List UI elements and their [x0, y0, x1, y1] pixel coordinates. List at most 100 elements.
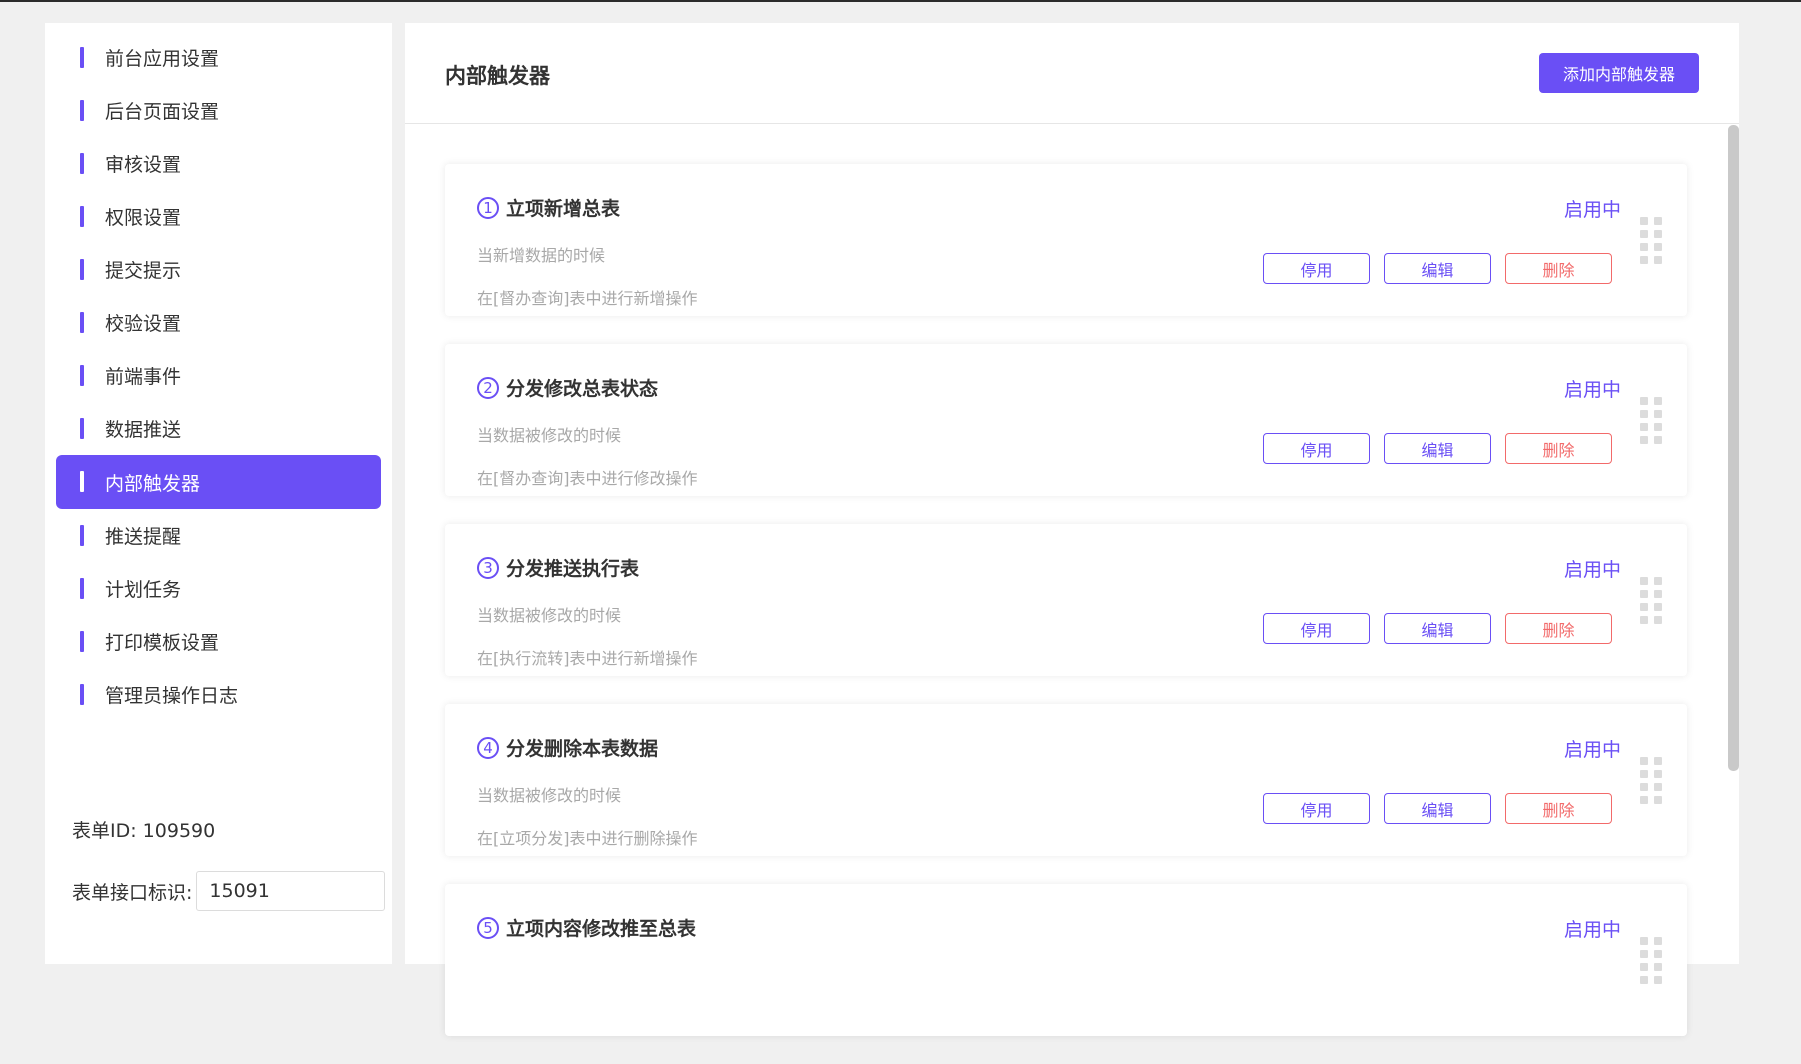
sidebar-item-label: 前台应用设置 [105, 48, 220, 70]
delete-button[interactable]: 删除 [1505, 793, 1612, 824]
trigger-number-badge: 5 [477, 916, 499, 939]
api-identifier-input[interactable] [196, 871, 386, 911]
delete-button[interactable]: 删除 [1505, 613, 1612, 644]
nav-marker [80, 100, 84, 121]
edit-button[interactable]: 编辑 [1384, 793, 1491, 824]
trigger-card: 1 立项新增总表 启用中 当新增数据的时候 在[督办查询]表中进行新增操作 停用… [445, 164, 1687, 316]
trigger-number-badge: 2 [477, 376, 499, 399]
drag-handle-icon[interactable] [1640, 937, 1662, 985]
trigger-action: 在[执行流转]表中进行新增操作 [477, 649, 698, 668]
trigger-name: 分发删除本表数据 [506, 738, 659, 760]
trigger-condition: 当新增数据的时候 [477, 246, 606, 265]
sidebar-item-push-reminder[interactable]: 推送提醒 [56, 509, 381, 562]
sidebar-item-submit-prompt[interactable]: 提交提示 [56, 243, 381, 296]
trigger-name: 分发推送执行表 [506, 558, 640, 580]
nav-marker [80, 47, 84, 68]
sidebar-item-backend-page-settings[interactable]: 后台页面设置 [56, 84, 381, 137]
nav-marker [80, 312, 84, 333]
trigger-status: 启用中 [1563, 919, 1621, 941]
trigger-card: 4 分发删除本表数据 启用中 当数据被修改的时候 在[立项分发]表中进行删除操作… [445, 704, 1687, 856]
delete-button[interactable]: 删除 [1505, 433, 1612, 464]
page-title: 内部触发器 [445, 64, 550, 88]
trigger-title: 4 分发删除本表数据 [477, 734, 658, 761]
sidebar-item-admin-operation-log[interactable]: 管理员操作日志 [56, 668, 381, 721]
sidebar-nav: 前台应用设置 后台页面设置 审核设置 权限设置 提交提示 校验设置 前端事件 数… [45, 23, 392, 721]
sidebar-item-internal-triggers[interactable]: 内部触发器 [56, 455, 381, 509]
nav-marker [80, 259, 84, 280]
api-identifier-row: 表单接口标识: [72, 871, 386, 911]
sidebar-item-label: 管理员操作日志 [105, 685, 239, 707]
sidebar-item-label: 数据推送 [105, 419, 182, 441]
trigger-title: 5 立项内容修改推至总表 [477, 914, 696, 941]
main-header: 内部触发器 添加内部触发器 [405, 23, 1739, 124]
trigger-number-badge: 3 [477, 556, 499, 579]
trigger-actions: 停用 编辑 删除 [1263, 253, 1612, 284]
sidebar-item-label: 审核设置 [105, 154, 182, 176]
trigger-action: 在[督办查询]表中进行新增操作 [477, 289, 698, 308]
nav-marker [80, 631, 84, 652]
trigger-actions: 停用 编辑 删除 [1263, 613, 1612, 644]
trigger-status: 启用中 [1563, 739, 1621, 761]
sidebar-item-label: 权限设置 [105, 207, 182, 229]
form-id: 表单ID: 109590 [72, 820, 216, 842]
main-panel: 内部触发器 添加内部触发器 1 立项新增总表 启用中 当新增数据的时候 在[督办… [405, 23, 1739, 1036]
nav-marker [80, 206, 84, 227]
disable-button[interactable]: 停用 [1263, 433, 1370, 464]
trigger-name: 立项新增总表 [506, 198, 621, 220]
trigger-number-badge: 4 [477, 736, 499, 759]
sidebar-item-label: 后台页面设置 [105, 101, 220, 123]
drag-handle-icon[interactable] [1640, 217, 1662, 265]
trigger-name: 立项内容修改推至总表 [506, 918, 697, 940]
trigger-status: 启用中 [1563, 559, 1621, 581]
trigger-card: 2 分发修改总表状态 启用中 当数据被修改的时候 在[督办查询]表中进行修改操作… [445, 344, 1687, 496]
nav-marker [80, 684, 84, 705]
nav-marker [80, 418, 84, 439]
trigger-list: 1 立项新增总表 启用中 当新增数据的时候 在[督办查询]表中进行新增操作 停用… [445, 164, 1687, 1064]
edit-button[interactable]: 编辑 [1384, 613, 1491, 644]
delete-button[interactable]: 删除 [1505, 253, 1612, 284]
trigger-status: 启用中 [1563, 199, 1621, 221]
scrollbar-thumb[interactable] [1728, 125, 1739, 771]
edit-button[interactable]: 编辑 [1384, 253, 1491, 284]
disable-button[interactable]: 停用 [1263, 253, 1370, 284]
trigger-title: 3 分发推送执行表 [477, 554, 639, 581]
api-identifier-label: 表单接口标识: [72, 881, 193, 904]
trigger-action: 在[立项分发]表中进行删除操作 [477, 829, 698, 848]
trigger-title: 1 立项新增总表 [477, 194, 620, 221]
sidebar-item-label: 提交提示 [105, 260, 182, 282]
trigger-condition: 当数据被修改的时候 [477, 606, 622, 625]
sidebar-item-validation-settings[interactable]: 校验设置 [56, 296, 381, 349]
trigger-action: 在[督办查询]表中进行修改操作 [477, 469, 698, 488]
nav-marker [80, 578, 84, 599]
settings-sidebar: 前台应用设置 后台页面设置 审核设置 权限设置 提交提示 校验设置 前端事件 数… [45, 23, 392, 964]
sidebar-item-label: 内部触发器 [105, 472, 201, 495]
sidebar-item-data-push[interactable]: 数据推送 [56, 402, 381, 455]
sidebar-item-frontend-app-settings[interactable]: 前台应用设置 [56, 31, 381, 84]
drag-handle-icon[interactable] [1640, 757, 1662, 805]
sidebar-item-label: 推送提醒 [105, 526, 182, 548]
sidebar-item-label: 校验设置 [105, 313, 182, 335]
nav-marker [80, 471, 84, 492]
add-internal-trigger-button[interactable]: 添加内部触发器 [1539, 53, 1699, 93]
sidebar-item-label: 前端事件 [105, 366, 182, 388]
nav-marker [80, 153, 84, 174]
drag-handle-icon[interactable] [1640, 397, 1662, 445]
sidebar-item-scheduled-tasks[interactable]: 计划任务 [56, 562, 381, 615]
nav-marker [80, 525, 84, 546]
window-top-border [0, 0, 1801, 2]
sidebar-item-review-settings[interactable]: 审核设置 [56, 137, 381, 190]
edit-button[interactable]: 编辑 [1384, 433, 1491, 464]
trigger-name: 分发修改总表状态 [506, 378, 659, 400]
disable-button[interactable]: 停用 [1263, 793, 1370, 824]
disable-button[interactable]: 停用 [1263, 613, 1370, 644]
trigger-number-badge: 1 [477, 196, 499, 219]
sidebar-item-label: 计划任务 [105, 579, 182, 601]
sidebar-item-print-template-settings[interactable]: 打印模板设置 [56, 615, 381, 668]
trigger-card: 5 立项内容修改推至总表 启用中 [445, 884, 1687, 1036]
sidebar-item-frontend-events[interactable]: 前端事件 [56, 349, 381, 402]
drag-handle-icon[interactable] [1640, 577, 1662, 625]
sidebar-item-permission-settings[interactable]: 权限设置 [56, 190, 381, 243]
trigger-title: 2 分发修改总表状态 [477, 374, 658, 401]
trigger-condition: 当数据被修改的时候 [477, 426, 622, 445]
trigger-condition: 当数据被修改的时候 [477, 786, 622, 805]
